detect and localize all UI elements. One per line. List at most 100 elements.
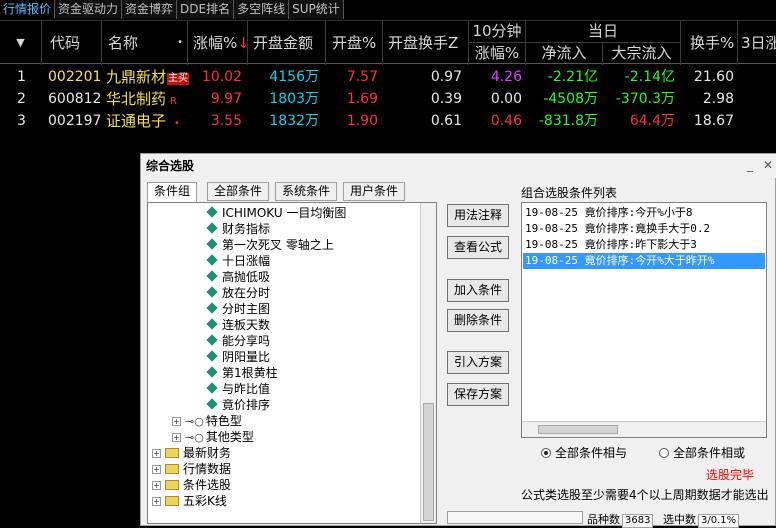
radio-all-or[interactable]: 全部条件相或 <box>659 446 745 460</box>
tab-condition-group[interactable]: 条件组 <box>147 182 198 202</box>
header-ten-min-change[interactable]: 涨幅% <box>469 43 526 65</box>
tab-quotes[interactable]: 行情报价 <box>0 0 56 19</box>
row-name-text: 九鼎新材 <box>106 68 167 86</box>
tab-all-conditions[interactable]: 全部条件 <box>207 182 270 201</box>
header-three-day[interactable]: 3日涨 <box>738 21 776 65</box>
radio-all-or-label: 全部条件相或 <box>673 446 746 460</box>
table-row[interactable]: 3 002197 证通电子 • 3.55 1832万 1.90 0.61 0.46… <box>0 110 776 132</box>
tree-item[interactable]: 十日涨幅 <box>206 253 271 269</box>
row-name-text: 证通电子 <box>106 112 167 130</box>
list-item[interactable]: 19-08-25 竟价排序:竟换手大于0.2 <box>523 221 765 237</box>
tree-folder[interactable]: + 行情数据 <box>152 461 231 477</box>
tree-item[interactable]: 与昨比值 <box>206 381 270 397</box>
row-code: 002197 <box>48 113 102 129</box>
tab-sup-stats[interactable]: SUP统计 <box>289 0 344 19</box>
tree-item[interactable]: 第1根黄柱 <box>206 365 278 381</box>
selection-done-status: 选股完毕 <box>706 468 755 482</box>
tab-long-short[interactable]: 多空阵线 <box>234 0 290 19</box>
row-code: 600812 <box>48 91 102 107</box>
row-turnover: 21.60 <box>693 69 734 85</box>
list-item[interactable]: 19-08-25 竟价排序:今开%大于昨开% <box>523 253 765 269</box>
tab-fund-game[interactable]: 资金博弈 <box>122 0 178 19</box>
formula-icon <box>206 334 218 346</box>
tree-group-label: 其他类型 <box>205 430 254 444</box>
header-open-amount[interactable]: 开盘金额 <box>248 21 326 65</box>
formula-icon <box>206 366 218 378</box>
selected-count: 选中数 3/0.1% <box>663 511 740 528</box>
tree-item[interactable]: 连板天数 <box>206 317 270 333</box>
tab-fund-drive[interactable]: 资金驱动力 <box>55 0 123 19</box>
delete-condition-button[interactable]: 删除条件 <box>447 309 509 332</box>
tree-group[interactable]: + ⊸○ 特色型 <box>172 413 242 429</box>
tree-item[interactable]: 第一次死叉 零轴之上 <box>206 237 334 253</box>
sort-arrow-icon[interactable]: ▼ <box>0 21 42 65</box>
stock-picker-dialog: 综合选股 _ ✕ 条件组 全部条件 系统条件 用户条件 ICHIMOKU 一目均… <box>140 153 776 528</box>
tree-item[interactable]: 分时主图 <box>206 301 270 317</box>
table-row[interactable]: 2 600812 华北制药 R 9.97 1803万 1.69 0.39 0.00… <box>0 88 776 110</box>
radio-all-and[interactable]: 全部条件相与 <box>541 446 627 460</box>
expand-icon[interactable]: + <box>152 481 161 490</box>
save-plan-button[interactable]: 保存方案 <box>447 383 509 406</box>
tree-folder[interactable]: + 最新财务 <box>152 445 231 461</box>
formula-icon <box>206 254 218 266</box>
tree-item-label: 十日涨幅 <box>222 254 271 268</box>
row-open-amount-value: 4156 <box>269 69 305 85</box>
tab-system-conditions[interactable]: 系统条件 <box>275 182 338 201</box>
tree-group[interactable]: + ⊸○ 其他类型 <box>172 429 254 445</box>
expand-icon[interactable]: + <box>152 497 161 506</box>
import-plan-button[interactable]: 引入方案 <box>447 351 509 374</box>
view-formula-button[interactable]: 查看公式 <box>447 236 509 259</box>
formula-icon <box>206 302 218 314</box>
row-open-amount-value: 1832 <box>269 113 305 129</box>
tree-scroll-thumb[interactable] <box>423 403 434 521</box>
row-name: 华北制药 R <box>106 88 192 110</box>
close-icon[interactable]: ✕ <box>763 158 773 172</box>
expand-icon[interactable]: + <box>152 449 161 458</box>
tree-item[interactable]: 能分享吗 <box>206 333 270 349</box>
usage-notes-button[interactable]: 用法注释 <box>447 204 509 227</box>
tree-scrollbar[interactable] <box>420 203 436 523</box>
header-change-pct[interactable]: 涨幅%↓ <box>188 21 248 65</box>
row-block-inflow: -370.3万 <box>615 91 675 107</box>
row-name: 证通电子 • <box>106 110 192 132</box>
header-ten-min: 10分钟 <box>469 21 526 43</box>
expand-icon[interactable]: + <box>152 465 161 474</box>
row-block-inflow: 64.4万 <box>629 113 675 129</box>
minimize-icon[interactable]: _ <box>747 158 753 172</box>
tree-item[interactable]: ICHIMOKU 一目均衡图 <box>206 205 346 221</box>
table-row[interactable]: 1 002201 九鼎新材 主买 10.02 4156万 7.57 0.97 4.… <box>0 66 776 88</box>
header-block-inflow[interactable]: 大宗流入 <box>603 43 681 65</box>
folder-icon <box>165 448 179 458</box>
list-scrollbar[interactable] <box>522 421 766 437</box>
tab-dde-rank[interactable]: DDE排名 <box>177 0 235 19</box>
row-index: 2 <box>17 91 26 107</box>
tree-item[interactable]: 放在分时 <box>206 285 270 301</box>
total-count-label: 品种数 <box>587 513 620 526</box>
list-item[interactable]: 19-08-25 竟价排序:今开%小于8 <box>523 205 765 221</box>
header-open-turnover[interactable]: 开盘换手Z <box>383 21 469 65</box>
list-item[interactable]: 19-08-25 竟价排序:昨下影大于3 <box>523 237 765 253</box>
header-net-inflow[interactable]: 净流入 <box>526 43 603 65</box>
add-condition-button[interactable]: 加入条件 <box>447 279 509 302</box>
tree-item[interactable]: 财务指标 <box>206 221 270 237</box>
tab-user-conditions[interactable]: 用户条件 <box>343 182 406 201</box>
tree-item[interactable]: 高抛低吸 <box>206 269 270 285</box>
tree-folder[interactable]: + 条件选股 <box>152 477 231 493</box>
formula-icon <box>206 398 218 410</box>
list-scroll-thumb[interactable] <box>538 425 618 434</box>
tree-folder-label: 条件选股 <box>183 478 232 492</box>
tree-item-label: 第1根黄柱 <box>222 366 278 380</box>
tree-folder[interactable]: + 五彩K线 <box>152 493 227 509</box>
row-change: 3.55 <box>210 113 242 129</box>
header-turnover-pct[interactable]: 换手% <box>681 21 738 65</box>
row-block-inflow: -2.14亿 <box>624 69 675 85</box>
expand-icon[interactable]: + <box>172 433 181 442</box>
folder-icon <box>165 496 179 506</box>
header-name[interactable]: 名称 • <box>102 21 188 65</box>
tree-item-label: 竟价排序 <box>222 398 271 412</box>
tree-item[interactable]: 阴阳量比 <box>206 349 270 365</box>
expand-icon[interactable]: + <box>172 417 181 426</box>
header-open-pct[interactable]: 开盘% <box>326 21 383 65</box>
header-code[interactable]: 代码 <box>42 21 102 65</box>
tree-item[interactable]: 竟价排序 <box>206 397 271 413</box>
